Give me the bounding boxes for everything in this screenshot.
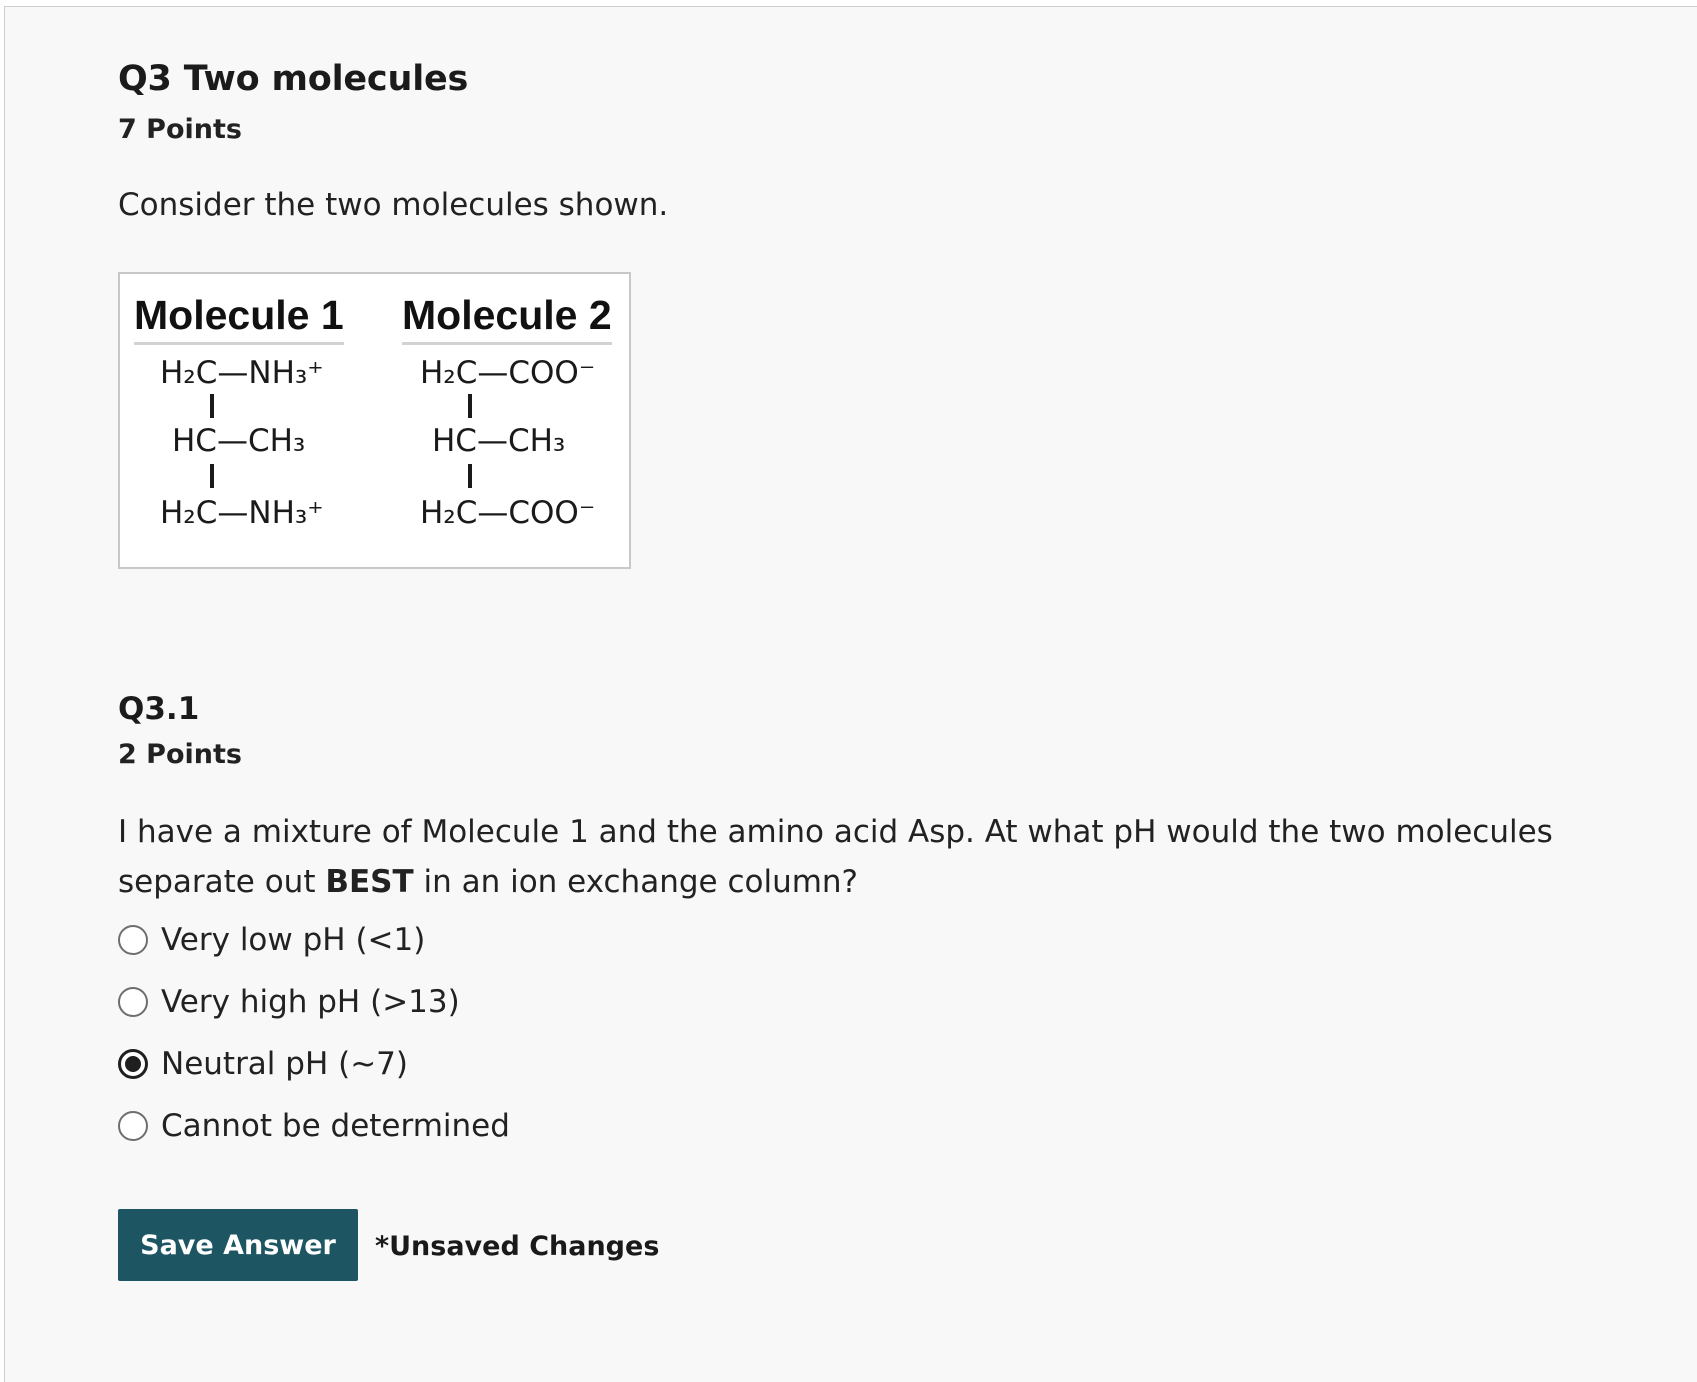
subquestion-title: Q3.1	[118, 691, 200, 727]
radio-button[interactable]	[118, 987, 148, 1017]
subquestion-text: I have a mixture of Molecule 1 and the a…	[118, 807, 1558, 907]
molecule-2-heading: Molecule 2	[402, 292, 612, 345]
subquestion-text-emphasis: BEST	[325, 864, 414, 900]
option-label[interactable]: Very low pH (<1)	[161, 922, 425, 958]
radio-button[interactable]	[118, 1049, 148, 1079]
question-prompt: Consider the two molecules shown.	[118, 187, 669, 223]
question-points: 7 Points	[118, 114, 242, 145]
molecule-2-bond-2	[468, 464, 472, 488]
question-panel: Q3 Two molecules 7 Points Consider the t…	[4, 6, 1697, 1382]
unsaved-changes-status: *Unsaved Changes	[375, 1231, 660, 1262]
molecule-1-line-3: H₂C—NH₃⁺	[160, 495, 324, 531]
molecule-1-line-2: HC—CH₃	[172, 423, 306, 459]
subquestion-text-after: in an ion exchange column?	[413, 864, 859, 900]
molecule-1-bond-2	[210, 464, 214, 488]
molecule-1-heading: Molecule 1	[134, 292, 344, 345]
radio-button[interactable]	[118, 925, 148, 955]
option-label[interactable]: Cannot be determined	[161, 1108, 510, 1144]
molecule-2-line-2: HC—CH₃	[432, 423, 566, 459]
molecules-figure: Molecule 1 H₂C—NH₃⁺ HC—CH₃ H₂C—NH₃⁺ Mole…	[118, 272, 631, 569]
option-label[interactable]: Neutral pH (~7)	[161, 1046, 408, 1082]
option-very-low-ph[interactable]: Very low pH (<1)	[118, 920, 425, 960]
molecule-2-line-3: H₂C—COO⁻	[420, 495, 596, 531]
option-cannot-be-determined[interactable]: Cannot be determined	[118, 1106, 510, 1146]
option-label[interactable]: Very high pH (>13)	[161, 984, 460, 1020]
molecule-2-line-1: H₂C—COO⁻	[420, 355, 596, 391]
molecule-1-line-1: H₂C—NH₃⁺	[160, 355, 324, 391]
subquestion-points: 2 Points	[118, 739, 242, 770]
radio-button[interactable]	[118, 1111, 148, 1141]
molecule-2-bond-1	[468, 394, 472, 418]
question-title: Q3 Two molecules	[118, 59, 469, 99]
option-very-high-ph[interactable]: Very high pH (>13)	[118, 982, 460, 1022]
option-neutral-ph[interactable]: Neutral pH (~7)	[118, 1044, 408, 1084]
molecule-1-bond-1	[210, 394, 214, 418]
save-answer-button[interactable]: Save Answer	[118, 1209, 358, 1281]
